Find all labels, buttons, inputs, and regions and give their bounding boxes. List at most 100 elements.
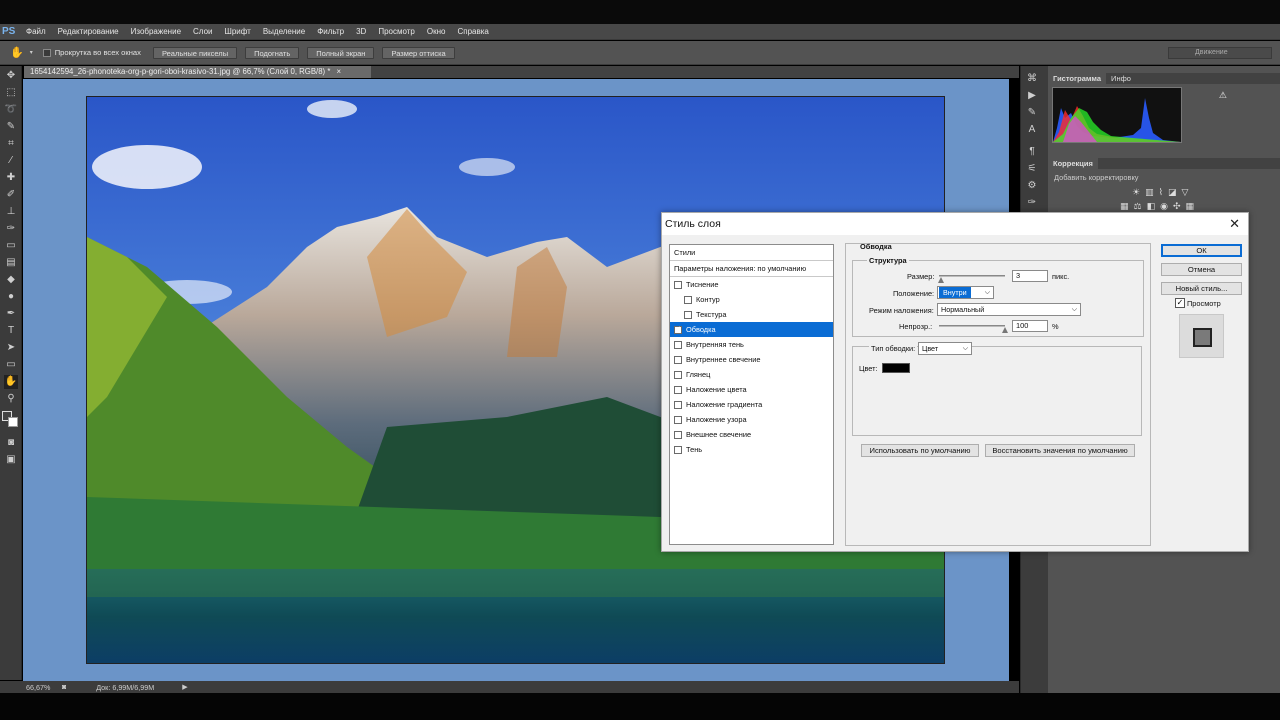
style-checkbox[interactable] <box>684 310 692 319</box>
menu-filter[interactable]: Фильтр <box>317 27 344 36</box>
actual-pixels-button[interactable]: Реальные пикселы <box>152 46 238 59</box>
position-select[interactable]: Внутри ⌵ <box>937 286 994 299</box>
ok-button[interactable]: ОК <box>1161 244 1242 257</box>
style-item[interactable]: Контур <box>670 292 833 307</box>
marquee-tool-icon[interactable]: ⬚ <box>4 86 18 100</box>
curves-icon[interactable]: ⌇ <box>1159 187 1168 197</box>
tab-correction[interactable]: Коррекция <box>1048 158 1098 169</box>
size-slider-track[interactable] <box>939 275 1005 277</box>
menu-file[interactable]: Файл <box>26 27 46 36</box>
eyedropper-tool-icon[interactable]: ⁄ <box>4 154 18 168</box>
hand-tool-icon[interactable]: ✋ <box>4 375 18 389</box>
style-checkbox[interactable] <box>674 280 682 289</box>
screen-mode-icon[interactable]: ▣ <box>4 453 18 467</box>
cancel-button[interactable]: Отмена <box>1161 263 1242 276</box>
shape-tool-icon[interactable]: ▭ <box>4 358 18 372</box>
blending-options[interactable]: Параметры наложения: по умолчанию <box>670 261 833 277</box>
tool-presets-icon[interactable]: ✑ <box>1025 196 1039 210</box>
menu-help[interactable]: Справка <box>457 27 488 36</box>
style-checkbox[interactable] <box>674 385 682 394</box>
size-input[interactable]: 3 <box>1012 270 1048 282</box>
scroll-all-checkbox[interactable] <box>42 48 51 57</box>
style-item[interactable]: Тиснение <box>670 277 833 292</box>
lasso-tool-icon[interactable]: ➰ <box>4 103 18 117</box>
menu-window[interactable]: Окно <box>427 27 446 36</box>
blend-mode-select[interactable]: Нормальный ⌵ <box>937 303 1081 316</box>
print-size-button[interactable]: Размер оттиска <box>382 46 455 59</box>
vibrance-icon[interactable]: ▽ <box>1182 187 1194 197</box>
menu-type[interactable]: Шрифт <box>224 27 250 36</box>
close-doc-icon[interactable]: × <box>337 67 342 76</box>
tool-preset-dropdown-icon[interactable]: ▾ <box>30 49 33 56</box>
color-swatches[interactable] <box>0 409 22 433</box>
pen-tool-icon[interactable]: ✒ <box>4 307 18 321</box>
menu-3d[interactable]: 3D <box>356 27 366 36</box>
style-checkbox[interactable] <box>674 415 682 424</box>
brush-tool-icon[interactable]: ✐ <box>4 188 18 202</box>
photo-filter-icon[interactable]: ◉ <box>1160 201 1173 211</box>
new-style-button[interactable]: Новый стиль... <box>1161 282 1242 295</box>
stamp-tool-icon[interactable]: ⊥ <box>4 205 18 219</box>
channel-mixer-icon[interactable]: ✣ <box>1173 201 1186 211</box>
style-item[interactable]: Внутреннее свечение <box>670 352 833 367</box>
style-item[interactable]: Наложение узора <box>670 412 833 427</box>
style-item[interactable]: ✓ Обводка <box>670 322 833 337</box>
fill-type-select[interactable]: Цвет ⌵ <box>918 342 972 355</box>
style-checkbox[interactable] <box>674 370 682 379</box>
style-checkbox[interactable] <box>674 400 682 409</box>
styles-header[interactable]: Стили <box>670 245 833 261</box>
brush-panel-icon[interactable]: ✎ <box>1025 106 1039 120</box>
adjust-panel-icon[interactable]: ⚟ <box>1025 162 1039 176</box>
crop-tool-icon[interactable]: ⌗ <box>4 137 18 151</box>
color-lookup-icon[interactable]: ▦ <box>1186 201 1200 211</box>
exposure-icon[interactable]: ◪ <box>1168 187 1182 197</box>
opacity-input[interactable]: 100 <box>1012 320 1048 332</box>
blur-tool-icon[interactable]: ◆ <box>4 273 18 287</box>
actions-panel-icon[interactable]: ▶ <box>1025 89 1039 103</box>
style-item[interactable]: Наложение градиента <box>670 397 833 412</box>
style-item[interactable]: Внешнее свечение <box>670 427 833 442</box>
gradient-tool-icon[interactable]: ▤ <box>4 256 18 270</box>
style-item[interactable]: Текстура <box>670 307 833 322</box>
dodge-tool-icon[interactable]: ● <box>4 290 18 304</box>
use-default-button[interactable]: Использовать по умолчанию <box>861 444 979 457</box>
menu-layers[interactable]: Слои <box>193 27 212 36</box>
healing-tool-icon[interactable]: ✚ <box>4 171 18 185</box>
style-checkbox[interactable] <box>674 445 682 454</box>
status-menu-arrow-icon[interactable]: ▶ <box>182 683 187 691</box>
history-brush-icon[interactable]: ✑ <box>4 222 18 236</box>
move-tool-icon[interactable]: ✥ <box>4 69 18 83</box>
properties-panel-icon[interactable]: ⚙ <box>1025 179 1039 193</box>
close-icon[interactable]: ✕ <box>1229 216 1240 232</box>
status-info-icon[interactable]: ◙ <box>62 684 66 691</box>
style-item[interactable]: Тень <box>670 442 833 457</box>
brightness-icon[interactable]: ☀ <box>1132 187 1145 197</box>
levels-icon[interactable]: ▥ <box>1145 187 1159 197</box>
document-tab[interactable]: 1654142594_26-phonoteka-org-p-gori-oboi-… <box>24 66 371 78</box>
eraser-tool-icon[interactable]: ▭ <box>4 239 18 253</box>
paragraph-panel-icon[interactable]: ¶ <box>1025 145 1039 159</box>
type-tool-icon[interactable]: T <box>4 324 18 338</box>
menu-image[interactable]: Изображение <box>131 27 181 36</box>
menu-edit[interactable]: Редактирование <box>58 27 119 36</box>
style-item[interactable]: Внутренняя тень <box>670 337 833 352</box>
warning-icon[interactable]: ⚠ <box>1219 90 1227 101</box>
quick-mask-icon[interactable]: ◙ <box>4 436 18 450</box>
style-item[interactable]: Глянец <box>670 367 833 382</box>
tab-histogram[interactable]: Гистограмма <box>1048 73 1107 84</box>
background-color-swatch[interactable] <box>8 417 18 427</box>
full-screen-button[interactable]: Полный экран <box>307 46 375 59</box>
color-balance-icon[interactable]: ⚖ <box>1134 201 1147 211</box>
opacity-slider-track[interactable] <box>939 325 1005 327</box>
history-panel-icon[interactable]: ⌘ <box>1025 72 1039 86</box>
quick-select-tool-icon[interactable]: ✎ <box>4 120 18 134</box>
style-checkbox[interactable] <box>674 355 682 364</box>
menu-view[interactable]: Просмотр <box>378 27 415 36</box>
path-select-tool-icon[interactable]: ➤ <box>4 341 18 355</box>
fit-screen-button[interactable]: Подогнать <box>245 46 300 59</box>
zoom-level[interactable]: 66,67% <box>26 683 60 692</box>
menu-select[interactable]: Выделение <box>263 27 305 36</box>
style-checkbox[interactable]: ✓ <box>674 325 682 334</box>
black-white-icon[interactable]: ◧ <box>1147 201 1161 211</box>
hue-saturation-icon[interactable]: ▦ <box>1120 201 1134 211</box>
